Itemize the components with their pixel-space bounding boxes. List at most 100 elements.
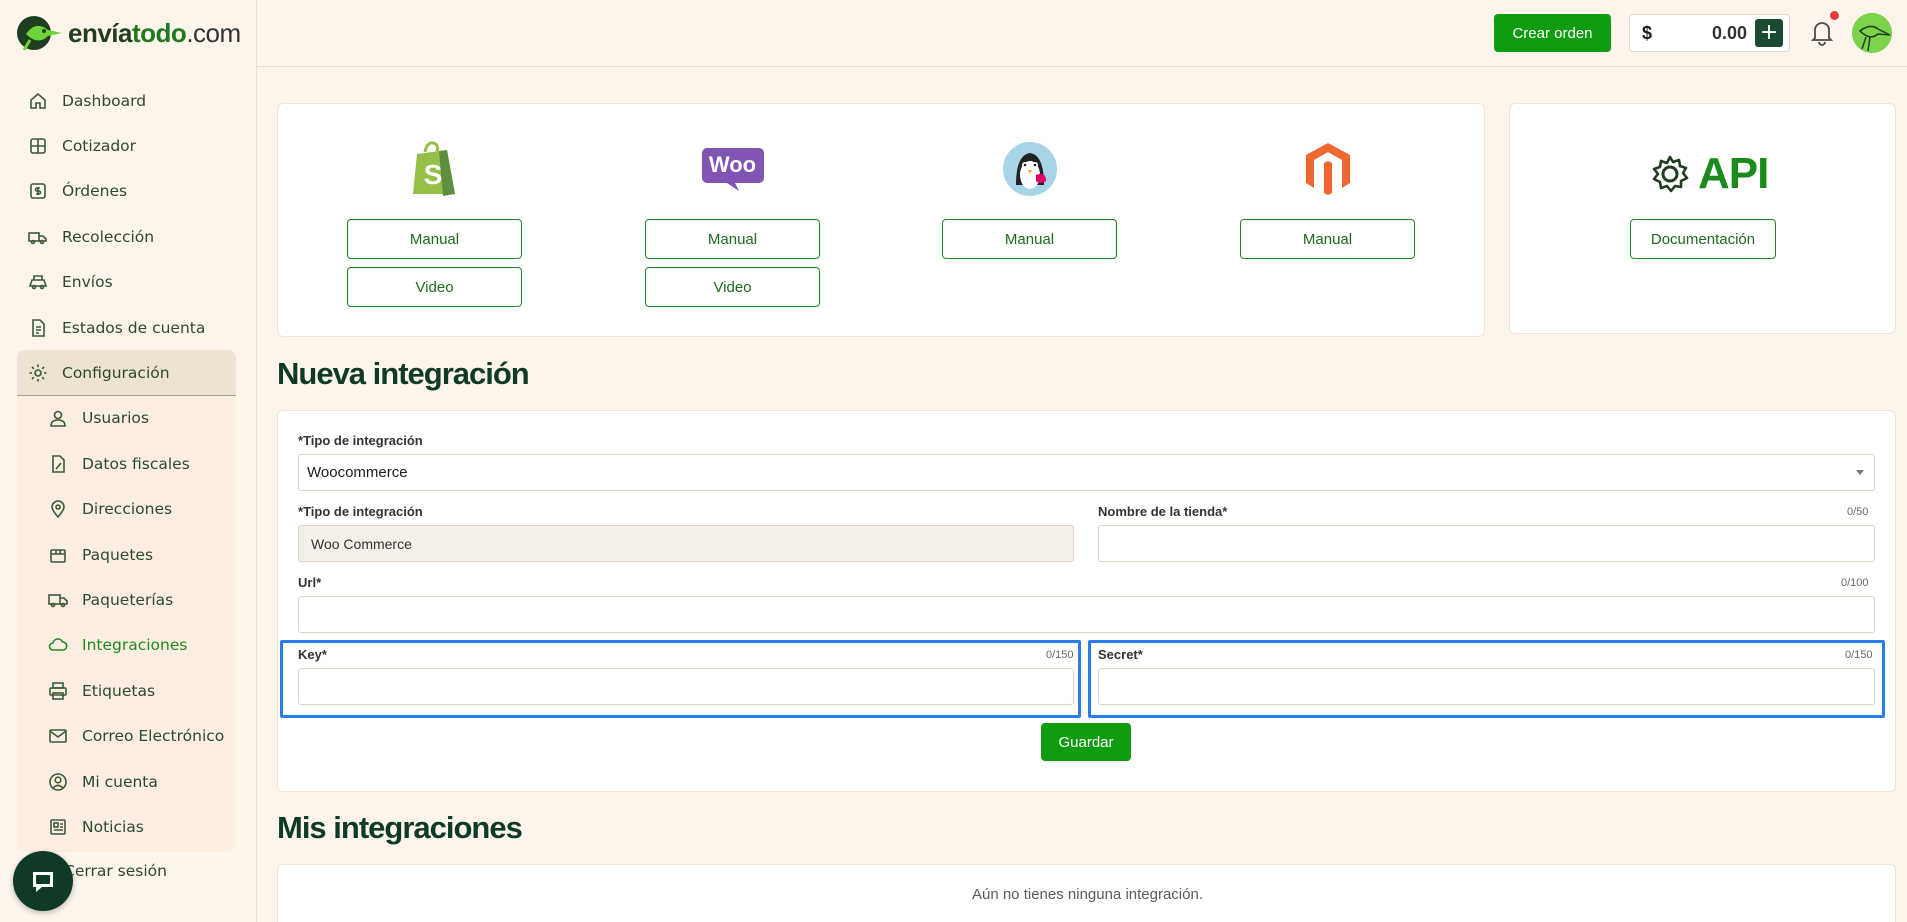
create-order-button[interactable]: Crear orden xyxy=(1494,14,1611,52)
sidebar-item-correo-electronico[interactable]: Correo Electrónico xyxy=(17,713,236,758)
store-name-counter: 0/50 xyxy=(1847,506,1869,518)
integration-type2-label: *Tipo de integración xyxy=(298,504,423,519)
sidebar-item-label: Mi cuenta xyxy=(82,772,158,791)
api-logo: API xyxy=(1650,149,1769,199)
magento-icon xyxy=(1305,143,1350,195)
sidebar-item-label: Estados de cuenta xyxy=(62,318,206,337)
my-integrations-title: Mis integraciones xyxy=(277,810,523,845)
woocommerce-logo: Woo xyxy=(701,139,765,199)
cloud-icon xyxy=(47,634,69,656)
sidebar-item-ordenes[interactable]: Órdenes xyxy=(17,169,236,214)
home-icon xyxy=(27,90,49,112)
sidebar-item-cotizador[interactable]: Cotizador xyxy=(17,123,236,168)
sidebar-item-noticias[interactable]: Noticias xyxy=(17,804,236,849)
sidebar-item-etiquetas[interactable]: Etiquetas xyxy=(17,668,236,713)
brand-logo[interactable]: envíatodo.com xyxy=(16,12,241,54)
shipping-icon xyxy=(27,271,49,293)
truck-pickup-icon xyxy=(27,226,49,248)
store-name-input[interactable] xyxy=(1098,525,1875,562)
sidebar-item-envios[interactable]: Envíos xyxy=(17,260,236,305)
magento-manual-button[interactable]: Manual xyxy=(1240,219,1415,259)
brand-name: envíatodo.com xyxy=(68,17,241,48)
integration-type-select[interactable]: Woocommerce xyxy=(298,454,1875,491)
my-integrations-card: Aún no tienes ninguna integración. xyxy=(277,864,1896,922)
api-logo-text: API xyxy=(1698,149,1769,198)
sidebar-item-label: Direcciones xyxy=(82,500,173,519)
sidebar-item-label: Recolección xyxy=(62,227,155,246)
sidebar-item-mi-cuenta[interactable]: Mi cuenta xyxy=(17,759,236,804)
sidebar-item-label: Datos fiscales xyxy=(82,454,190,473)
logout-link[interactable]: Cerrar sesión xyxy=(64,862,167,880)
sidebar-item-paquetes[interactable]: Paquetes xyxy=(17,532,236,577)
sidebar-item-label: Cotizador xyxy=(62,137,137,156)
shopify-bag-icon: S xyxy=(412,141,455,196)
sidebar-item-configuracion[interactable]: Configuración xyxy=(17,350,236,396)
chevron-down-icon xyxy=(1856,470,1864,475)
delivery-truck-icon xyxy=(47,589,69,611)
notification-dot xyxy=(1830,11,1839,20)
hummingbird-logo-icon xyxy=(17,16,62,51)
sidebar-item-label: Usuarios xyxy=(82,409,149,428)
top-header: Crear orden $ 0.00 + xyxy=(257,0,1907,67)
balance-widget: $ 0.00 + xyxy=(1629,14,1790,52)
balance-amount: 0.00 xyxy=(1711,22,1747,43)
account-icon xyxy=(47,771,69,793)
printer-icon xyxy=(47,680,69,702)
sidebar-item-usuarios[interactable]: Usuarios xyxy=(17,396,236,441)
sidebar-item-estados-de-cuenta[interactable]: Estados de cuenta xyxy=(17,305,236,350)
prestashop-penguin-icon xyxy=(1002,142,1057,196)
save-button[interactable]: Guardar xyxy=(1041,723,1131,761)
integration-type-value: Woocommerce xyxy=(307,464,408,481)
shopify-video-button[interactable]: Video xyxy=(347,267,522,307)
url-counter: 0/100 xyxy=(1841,577,1869,589)
url-input[interactable] xyxy=(298,596,1875,633)
sidebar-item-label: Noticias xyxy=(82,817,144,836)
store-name-label: Nombre de la tienda* xyxy=(1098,504,1228,519)
shopify-manual-button[interactable]: Manual xyxy=(347,219,522,259)
chat-bubble-icon xyxy=(33,872,53,892)
woo-manual-button[interactable]: Manual xyxy=(645,219,820,259)
calculator-icon xyxy=(27,135,49,157)
tax-doc-icon xyxy=(47,453,69,475)
secret-field-highlight xyxy=(1088,640,1885,718)
prestashop-manual-button[interactable]: Manual xyxy=(942,219,1117,259)
statement-icon xyxy=(27,317,49,339)
envelope-icon xyxy=(47,725,69,747)
sidebar-item-recoleccion[interactable]: Recolección xyxy=(17,214,236,259)
configuracion-submenu: Usuarios Datos fiscales Direcciones Paqu… xyxy=(17,395,236,852)
chat-button[interactable] xyxy=(13,851,73,911)
sidebar-item-label: Órdenes xyxy=(62,182,128,201)
sidebar-item-label: Dashboard xyxy=(62,91,147,110)
magento-logo xyxy=(1300,139,1356,199)
gear-icon xyxy=(27,362,49,384)
woo-video-button[interactable]: Video xyxy=(645,267,820,307)
sidebar: envíatodo.com Dashboard Cotizador Órdene… xyxy=(0,0,257,922)
sidebar-item-paqueterias[interactable]: Paqueterías xyxy=(17,577,236,622)
api-card: API Documentación xyxy=(1509,103,1896,334)
hummingbird-avatar-icon xyxy=(1852,13,1892,53)
integration-type-readonly-value: Woo Commerce xyxy=(311,535,412,552)
bell-icon[interactable] xyxy=(1809,18,1835,46)
empty-state-text: Aún no tienes ninguna integración. xyxy=(971,886,1203,903)
sidebar-item-integraciones[interactable]: Integraciones xyxy=(17,623,236,668)
new-integration-title: Nueva integración xyxy=(277,356,530,391)
shopify-logo: S xyxy=(407,139,463,199)
sidebar-item-label: Paqueterías xyxy=(82,590,174,609)
api-documentation-button[interactable]: Documentación xyxy=(1630,219,1776,259)
user-icon xyxy=(47,407,69,429)
app: envíatodo.com Dashboard Cotizador Órdene… xyxy=(0,0,1907,922)
plus-icon[interactable]: + xyxy=(1755,19,1783,47)
sidebar-item-label: Envíos xyxy=(62,273,113,292)
sidebar-item-label: Etiquetas xyxy=(82,681,156,700)
key-field-highlight xyxy=(280,640,1081,718)
integration-type-readonly-field: Woo Commerce xyxy=(298,525,1074,562)
platforms-card: S Manual Video Woo Manual Video Manual M… xyxy=(277,103,1485,337)
avatar[interactable] xyxy=(1852,13,1892,53)
woo-logo-text: Woo xyxy=(708,152,757,177)
svg-text:S: S xyxy=(423,159,442,190)
sidebar-item-dashboard[interactable]: Dashboard xyxy=(17,78,236,123)
location-pin-icon xyxy=(47,498,69,520)
sidebar-item-direcciones[interactable]: Direcciones xyxy=(17,487,236,532)
sidebar-item-datos-fiscales[interactable]: Datos fiscales xyxy=(17,441,236,486)
prestashop-logo xyxy=(1002,139,1058,199)
